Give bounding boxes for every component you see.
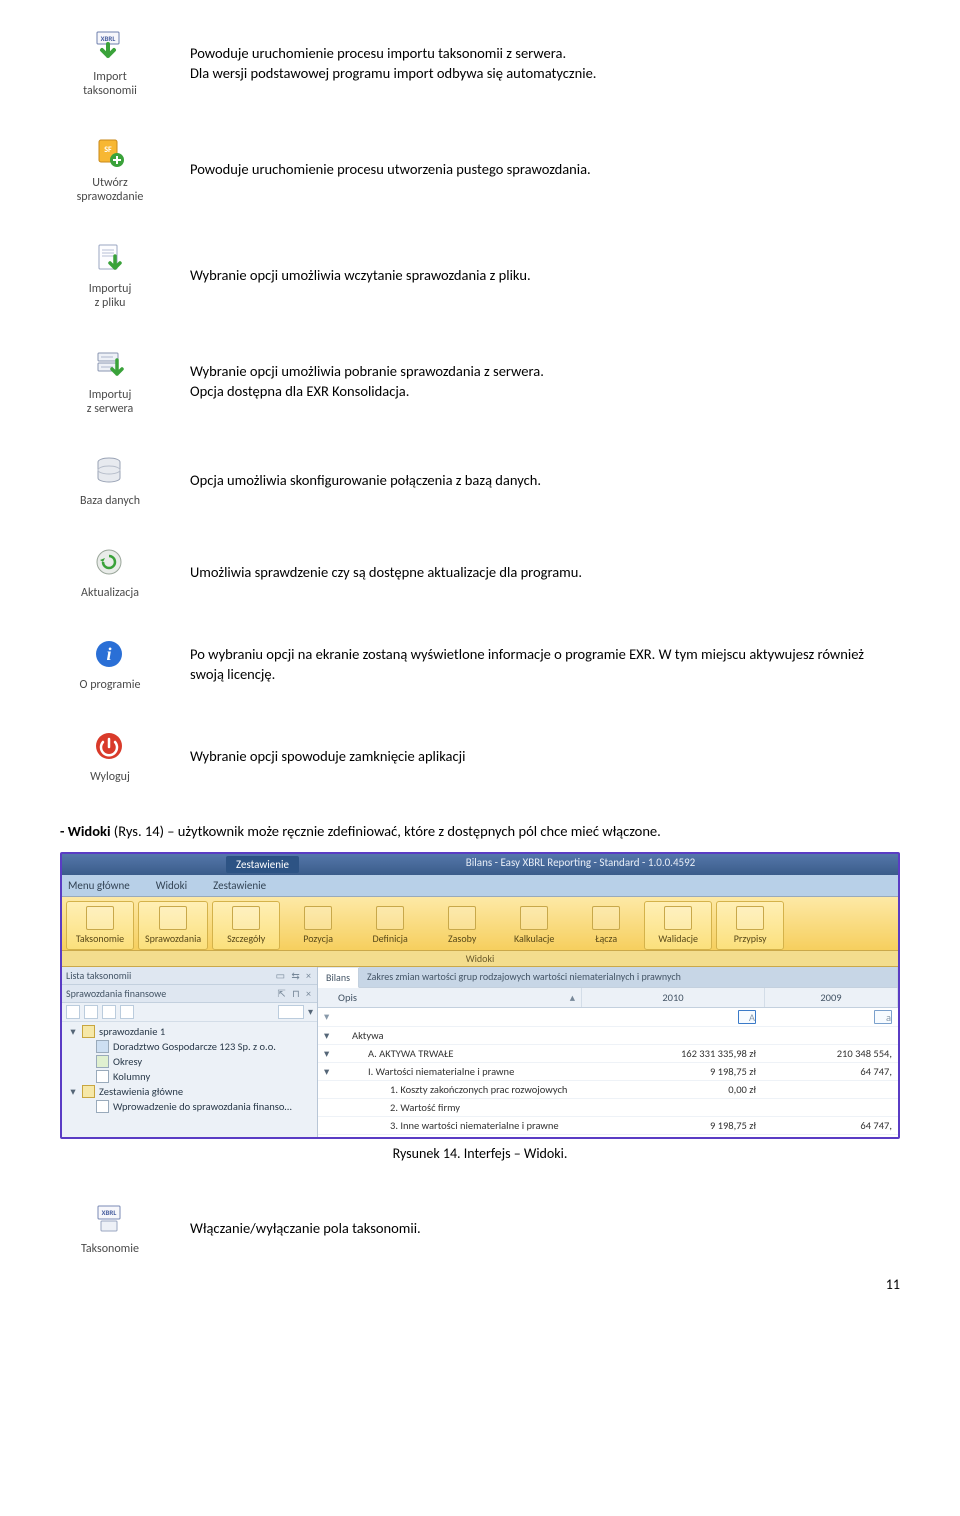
grid-row[interactable]: 3. Inne wartości niematerialne i prawne9… bbox=[318, 1117, 898, 1135]
grid-row[interactable]: 4. Zaliczki na wartości niematerialne i … bbox=[318, 1135, 898, 1139]
grid-row[interactable]: ▾Aktywa bbox=[318, 1027, 898, 1045]
pane-toolbar[interactable]: ▾ bbox=[62, 1003, 317, 1022]
update-icon bbox=[93, 546, 127, 580]
filter-icon[interactable]: A bbox=[738, 1010, 756, 1024]
grid-row[interactable]: ▾I. Wartości niematerialne i prawne9 198… bbox=[318, 1063, 898, 1081]
item-aktualizacja: Aktualizacja Umożliwia sprawdzenie czy s… bbox=[60, 546, 900, 600]
description-text: Po wybraniu opcji na ekranie zostaną wyś… bbox=[160, 645, 900, 684]
icon-caption: Importuj z serwera bbox=[60, 388, 160, 416]
ribbon-btn-lacza[interactable]: Łącza bbox=[572, 901, 640, 950]
ribbon-btn-kalkulacje[interactable]: Kalkulacje bbox=[500, 901, 568, 950]
left-panel: Lista taksonomii▭ ⇆ × Sprawozdania finan… bbox=[62, 967, 318, 1137]
grid-row[interactable]: 2. Wartość firmy bbox=[318, 1099, 898, 1117]
icon-caption: Utwórz sprawozdanie bbox=[60, 176, 160, 204]
icon-caption: Importuj z pliku bbox=[60, 282, 160, 310]
svg-text:XBRL: XBRL bbox=[102, 1208, 117, 1217]
icon-caption: Import taksonomii bbox=[60, 70, 160, 98]
create-report-icon: SF bbox=[93, 136, 127, 170]
ribbon-btn-zasoby[interactable]: Zasoby bbox=[428, 901, 496, 950]
description-text: Powoduje uruchomienie procesu utworzenia… bbox=[160, 160, 900, 180]
description-text: Powoduje uruchomienie procesu importu ta… bbox=[160, 44, 900, 83]
data-grid[interactable]: Opis ▴ 2010 2009 ▾ A a ▾Aktywa▾A. AKTYWA… bbox=[318, 988, 898, 1139]
menu-item[interactable]: Menu główne bbox=[68, 879, 130, 892]
item-import-taksonomii: XBRL Import taksonomii Powoduje uruchomi… bbox=[60, 30, 900, 98]
filter-icon[interactable]: a bbox=[874, 1010, 892, 1024]
contextual-tab[interactable]: Zestawienie bbox=[226, 856, 299, 873]
taxonomy-icon: XBRL bbox=[93, 1202, 127, 1236]
svg-text:i: i bbox=[106, 644, 111, 664]
tool-icon[interactable] bbox=[278, 1005, 304, 1019]
dropdown-icon[interactable]: ▾ bbox=[308, 1005, 313, 1018]
col-2009[interactable]: 2009 bbox=[765, 988, 898, 1007]
tab-bilans[interactable]: Bilans bbox=[318, 968, 359, 988]
tool-icon[interactable] bbox=[66, 1005, 80, 1019]
pane-header-lista: Lista taksonomii▭ ⇆ × bbox=[62, 967, 317, 985]
item-wyloguj: Wyloguj Wybranie opcji spowoduje zamknię… bbox=[60, 730, 900, 784]
import-taxonomy-icon: XBRL bbox=[93, 30, 127, 64]
pane-pin-icons[interactable]: ▭ ⇆ × bbox=[276, 969, 313, 982]
tab-zakres[interactable]: Zakres zmian wartości grup rodzajowych w… bbox=[359, 967, 898, 987]
item-baza-danych: Baza danych Opcja umożliwia skonfigurowa… bbox=[60, 454, 900, 508]
ribbon-btn-przypisy[interactable]: Przypisy bbox=[716, 901, 784, 950]
icon-caption: Wyloguj bbox=[60, 770, 160, 784]
window-titlebar: Zestawienie Bilans - Easy XBRL Reporting… bbox=[62, 854, 898, 875]
item-o-programie: i O programie Po wybraniu opcji na ekran… bbox=[60, 638, 900, 692]
right-panel: Bilans Zakres zmian wartości grup rodzaj… bbox=[318, 967, 898, 1137]
ribbon-btn-pozycja[interactable]: Pozycja bbox=[284, 901, 352, 950]
item-utworz-sprawozdanie: SF Utwórz sprawozdanie Powoduje uruchomi… bbox=[60, 136, 900, 204]
page-number: 11 bbox=[60, 1276, 900, 1293]
item-taksonomie: XBRL Taksonomie Włączanie/wyłączanie pol… bbox=[60, 1202, 900, 1256]
info-icon: i bbox=[93, 638, 127, 672]
menu-item[interactable]: Zestawienie bbox=[213, 879, 266, 892]
ribbon-btn-sprawozdania[interactable]: Sprawozdania bbox=[138, 901, 208, 950]
icon-caption: Baza danych bbox=[60, 494, 160, 508]
database-icon bbox=[93, 454, 127, 488]
tool-icon[interactable] bbox=[84, 1005, 98, 1019]
description-text: Wybranie opcji spowoduje zamknięcie apli… bbox=[160, 747, 900, 767]
svg-text:SF: SF bbox=[104, 145, 112, 155]
ribbon-btn-walidacje[interactable]: Walidacje bbox=[644, 901, 712, 950]
item-importuj-z-pliku: Importuj z pliku Wybranie opcji umożliwi… bbox=[60, 242, 900, 310]
pane-pin-icons[interactable]: ⇱ ⊓ × bbox=[277, 987, 313, 1000]
ribbon-btn-definicja[interactable]: Definicja bbox=[356, 901, 424, 950]
tool-icon[interactable] bbox=[120, 1005, 134, 1019]
screenshot-rys14: Zestawienie Bilans - Easy XBRL Reporting… bbox=[60, 852, 900, 1139]
filter-row[interactable]: ▾ A a bbox=[318, 1008, 898, 1027]
icon-caption: Aktualizacja bbox=[60, 586, 160, 600]
grid-row[interactable]: ▾A. AKTYWA TRWAŁE162 331 335,98 zł210 34… bbox=[318, 1045, 898, 1063]
tree-view[interactable]: ▾sprawozdanie 1 Doradztwo Gospodarcze 12… bbox=[62, 1022, 317, 1137]
ribbon-group-label: Widoki bbox=[62, 951, 898, 967]
icon-caption: Taksonomie bbox=[60, 1242, 160, 1256]
ribbon-btn-szczegoly[interactable]: Szczegóły bbox=[212, 901, 280, 950]
window-title: Bilans - Easy XBRL Reporting - Standard … bbox=[466, 856, 696, 873]
figure-caption: Rysunek 14. Interfejs – Widoki. bbox=[60, 1145, 900, 1162]
description-text: Wybranie opcji umożliwia wczytanie spraw… bbox=[160, 266, 900, 286]
icon-caption: O programie bbox=[60, 678, 160, 692]
pane-header-spraw: Sprawozdania finansowe⇱ ⊓ × bbox=[62, 985, 317, 1003]
menu-bar: Menu główne Widoki Zestawienie bbox=[62, 875, 898, 897]
description-text: Opcja umożliwia skonfigurowanie połączen… bbox=[160, 471, 900, 491]
description-text: Wybranie opcji umożliwia pobranie sprawo… bbox=[160, 362, 900, 401]
col-opis[interactable]: Opis ▴ bbox=[318, 988, 582, 1007]
menu-item[interactable]: Widoki bbox=[156, 879, 187, 892]
item-importuj-z-serwera: Importuj z serwera Wybranie opcji umożli… bbox=[60, 348, 900, 416]
svg-text:XBRL: XBRL bbox=[101, 34, 116, 43]
ribbon-btn-taksonomie[interactable]: Taksonomie bbox=[66, 901, 134, 950]
import-server-icon bbox=[93, 348, 127, 382]
ribbon-toolbar: Taksonomie Sprawozdania Szczegóły Pozycj… bbox=[62, 897, 898, 951]
description-text: Umożliwia sprawdzenie czy są dostępne ak… bbox=[160, 563, 900, 583]
widoki-paragraph: - Widoki (Rys. 14) – użytkownik może ręc… bbox=[60, 822, 900, 842]
import-file-icon bbox=[93, 242, 127, 276]
description-text: Włączanie/wyłączanie pola taksonomii. bbox=[160, 1219, 900, 1239]
logout-icon bbox=[93, 730, 127, 764]
tool-icon[interactable] bbox=[102, 1005, 116, 1019]
document-tabs: Bilans Zakres zmian wartości grup rodzaj… bbox=[318, 967, 898, 988]
grid-row[interactable]: 1. Koszty zakończonych prac rozwojowych0… bbox=[318, 1081, 898, 1099]
col-2010[interactable]: 2010 bbox=[582, 988, 765, 1007]
